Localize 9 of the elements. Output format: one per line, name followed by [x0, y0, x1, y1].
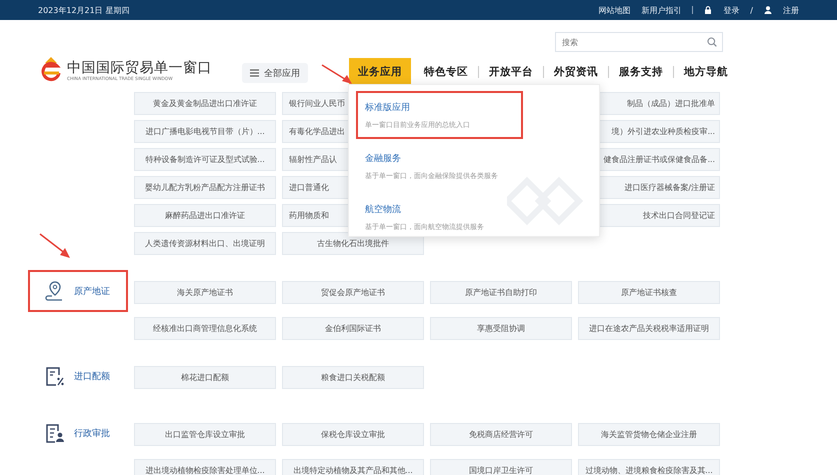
- date-text: 2023年12月21日 星期四: [38, 4, 130, 16]
- category-title: 进口配额: [74, 370, 110, 382]
- slash-text: /: [750, 6, 753, 14]
- menu-item-title: 航空物流: [365, 204, 402, 216]
- logo-title: 中国国际贸易单一窗口: [67, 58, 212, 76]
- menu-item-title: 金融服务: [365, 152, 402, 165]
- category-title: 行政审批: [74, 428, 110, 440]
- category-title: 原产地证: [74, 286, 110, 298]
- menu-item-title: 标准版应用: [365, 102, 411, 114]
